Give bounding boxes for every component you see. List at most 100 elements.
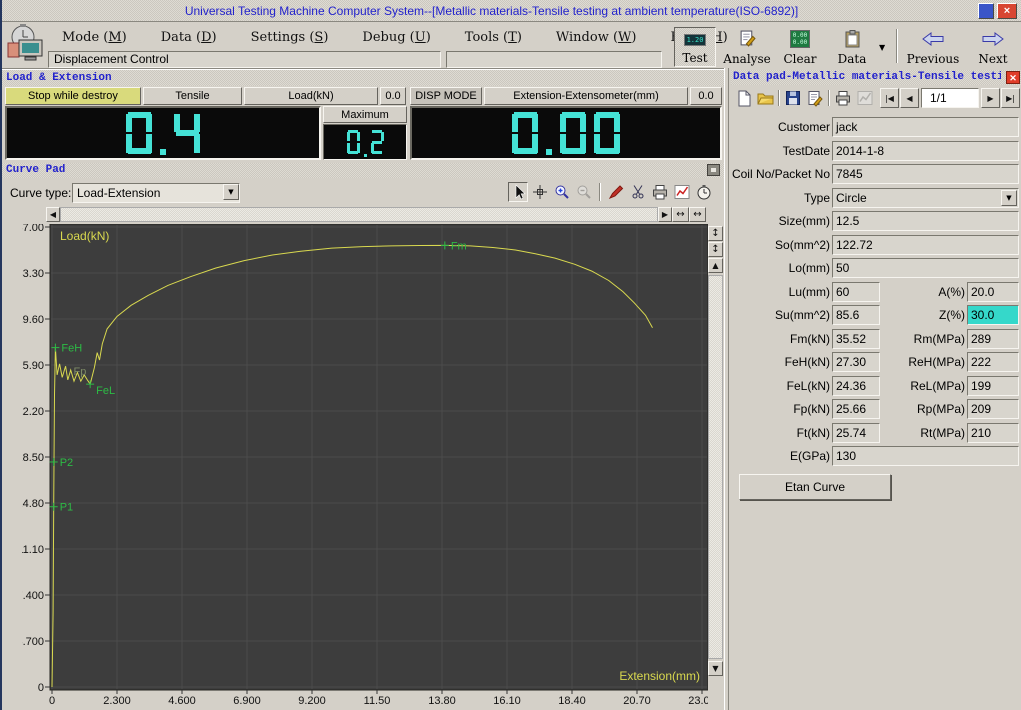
fit-width-icon[interactable]: ↔ — [672, 207, 689, 222]
close-button[interactable]: × — [997, 3, 1017, 19]
load-channel-button[interactable]: Load(kN) — [244, 87, 378, 105]
x-tick-label: 2.300 — [103, 695, 131, 707]
field-rm-mpa[interactable]: 289 — [967, 329, 1019, 349]
field-z[interactable]: 30.0 — [967, 305, 1019, 325]
menu-item-mode[interactable]: Mode (M) — [62, 30, 127, 45]
fit-all-height-icon[interactable]: ↕ — [708, 242, 723, 257]
maximum-button[interactable]: Maximum — [323, 106, 407, 123]
data-pad-close-button[interactable]: ✕ — [1006, 71, 1020, 84]
label-testdate: TestDate — [729, 144, 830, 158]
seg-dot — [364, 154, 367, 157]
close-icon: × — [1004, 5, 1010, 17]
field-e-gpa[interactable]: 130 — [832, 446, 1019, 466]
save-icon[interactable] — [783, 88, 803, 108]
data-dropdown-arrow-icon[interactable]: ▼ — [879, 43, 885, 52]
test-icon: 1.20 — [684, 34, 707, 46]
hscroll-track[interactable] — [60, 207, 658, 222]
curve-toolbar-separator — [599, 183, 601, 201]
scissors-tool-icon[interactable] — [628, 182, 648, 202]
next-button[interactable]: Next — [968, 27, 1018, 67]
pen-tool-icon[interactable] — [606, 182, 626, 202]
previous-record-button[interactable]: ◀ — [900, 88, 919, 108]
zoom-in-tool-icon[interactable] — [552, 182, 572, 202]
form-row-e-gpa: E(GPa)130 — [729, 445, 1021, 469]
etan-curve-button[interactable]: Etan Curve — [739, 474, 891, 500]
field-type[interactable]: Circle▼ — [832, 188, 1019, 208]
seg-digit — [594, 112, 620, 154]
open-file-icon[interactable] — [755, 88, 775, 108]
chart-vertical-scrollbar[interactable]: ↕ ↕ ▲ ▼ — [708, 224, 724, 690]
x-tick-label: 9.200 — [298, 695, 326, 707]
stop-while-destroy-button[interactable]: Stop while destroy — [5, 87, 141, 105]
field-coil-no-packet-no[interactable]: 7845 — [832, 164, 1019, 184]
label-reh-mpa: ReH(MPa) — [835, 355, 965, 369]
menu-item-data[interactable]: Data (D) — [161, 30, 217, 45]
load-peak-value: 0.0 — [380, 87, 406, 105]
last-record-button[interactable]: ▶| — [1001, 88, 1020, 108]
field-so-mm-2[interactable]: 122.72 — [832, 235, 1019, 255]
menu-item-debug[interactable]: Debug (U) — [362, 30, 430, 45]
curve-pad-window-icon[interactable] — [707, 164, 720, 176]
data-pad-panel: Data pad-Metallic materials-Tensile test… — [729, 68, 1021, 710]
first-record-button[interactable]: |◀ — [880, 88, 899, 108]
field-rt-mpa[interactable]: 210 — [967, 423, 1019, 443]
label-z: Z(%) — [835, 308, 965, 322]
new-record-icon[interactable] — [734, 88, 754, 108]
minimize-button[interactable] — [978, 3, 994, 19]
menu-item-tools[interactable]: Tools (T) — [465, 30, 522, 45]
data-button[interactable]: Data — [828, 27, 876, 67]
zoom-out-tool-icon[interactable] — [574, 182, 594, 202]
scroll-left-icon[interactable]: ◀ — [46, 207, 60, 222]
field-rel-mpa[interactable]: 199 — [967, 376, 1019, 396]
type-dropdown-icon[interactable]: ▼ — [1001, 190, 1017, 206]
form-row-so-mm-2: So(mm^2)122.72 — [729, 234, 1021, 258]
vscroll-track[interactable] — [708, 275, 723, 659]
test-button[interactable]: 1.20 Test — [674, 27, 716, 67]
label-su-mm-2: Su(mm^2) — [729, 308, 830, 322]
title-bar[interactable]: Universal Testing Machine Computer Syste… — [2, 0, 1021, 22]
menu-item-window[interactable]: Window (W) — [556, 30, 637, 45]
curve-type-value: Load-Extension — [72, 183, 240, 203]
fit-height-icon[interactable]: ↕ — [708, 226, 723, 241]
curve-type-select[interactable]: Load-Extension ▼ — [72, 183, 240, 203]
marker-Fm: Fm — [451, 240, 467, 252]
menu-item-settings[interactable]: Settings (S) — [251, 30, 329, 45]
y-tick-label: 3.700 — [22, 636, 44, 648]
scroll-down-icon[interactable]: ▼ — [708, 661, 723, 676]
field-lo-mm[interactable]: 50 — [832, 258, 1019, 278]
y-tick-label: 11.10 — [22, 544, 44, 556]
fit-all-width-icon[interactable]: ↔ — [689, 207, 706, 222]
load-extension-chart[interactable]: 02.3004.6006.9009.20011.5013.8016.1018.4… — [22, 224, 708, 708]
form-row-lu-mm: Lu(mm)60A(%)20.0 — [729, 281, 1021, 305]
data-pad-toolbar-separator — [778, 90, 780, 106]
crosshair-tool-icon[interactable] — [530, 182, 550, 202]
previous-button[interactable]: Previous — [904, 27, 962, 67]
next-record-button[interactable]: ▶ — [981, 88, 1000, 108]
field-reh-mpa[interactable]: 222 — [967, 352, 1019, 372]
data-pad-close-icon: ✕ — [1009, 73, 1017, 83]
curve-type-dropdown-icon[interactable]: ▼ — [223, 184, 239, 200]
print-report-icon[interactable] — [833, 88, 853, 108]
label-coil-no-packet-no: Coil No/Packet No — [729, 167, 830, 181]
report-chart-icon[interactable] — [855, 88, 875, 108]
field-customer[interactable]: jack — [832, 117, 1019, 137]
scroll-right-icon[interactable]: ▶ — [658, 207, 672, 222]
test-type-button[interactable]: Tensile — [143, 87, 242, 105]
chart-horizontal-scrollbar[interactable]: ◀ ▶ ↔ ↔ — [46, 207, 706, 222]
print-curve-icon[interactable] — [650, 182, 670, 202]
disp-mode-button[interactable]: DISP MODE — [410, 87, 482, 105]
clear-button[interactable]: 0.000.00 Clear — [778, 27, 822, 67]
chart-tool-icon[interactable] — [672, 182, 692, 202]
field-size-mm[interactable]: 12.5 — [832, 211, 1019, 231]
field-testdate[interactable]: 2014-1-8 — [832, 141, 1019, 161]
analyse-button[interactable]: Analyse — [720, 27, 774, 67]
cursor-tool-icon[interactable] — [508, 182, 528, 202]
scroll-up-icon[interactable]: ▲ — [708, 258, 723, 273]
x-tick-label: 4.600 — [168, 695, 196, 707]
field-rp-mpa[interactable]: 209 — [967, 399, 1019, 419]
timer-tool-icon[interactable] — [694, 182, 714, 202]
toolbar-separator — [896, 29, 898, 63]
edit-record-icon[interactable] — [805, 88, 825, 108]
field-a[interactable]: 20.0 — [967, 282, 1019, 302]
extension-channel-button[interactable]: Extension-Extensometer(mm) — [484, 87, 688, 105]
